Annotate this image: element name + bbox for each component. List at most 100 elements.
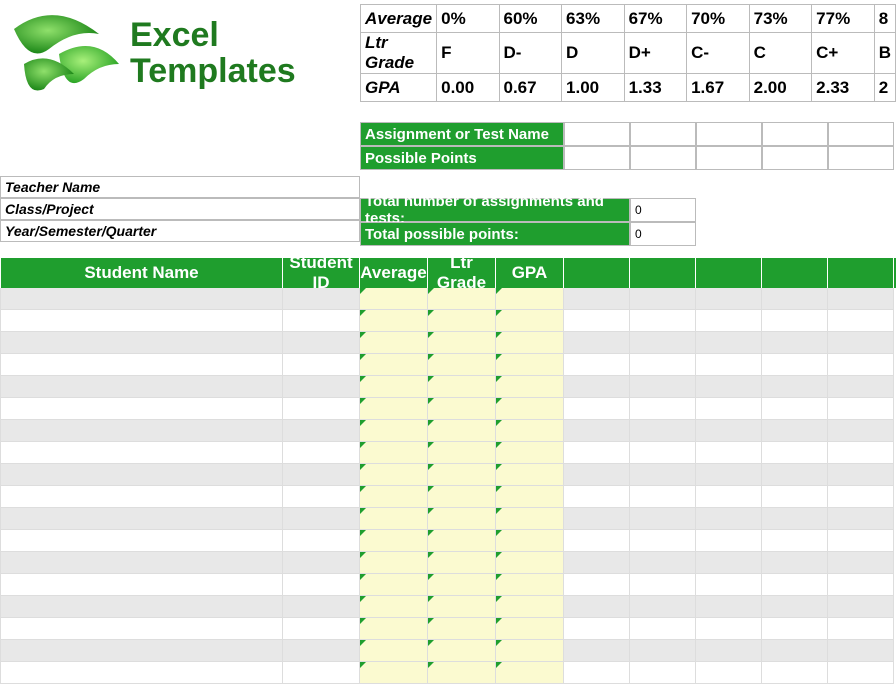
student-name-cell[interactable]	[0, 310, 283, 332]
score-cell[interactable]	[564, 354, 630, 376]
scale-cell[interactable]: C	[749, 33, 812, 74]
possible-points-cell[interactable]	[696, 146, 762, 170]
score-cell[interactable]	[696, 442, 762, 464]
score-cell[interactable]	[762, 332, 828, 354]
class-project-row[interactable]: Class/Project	[0, 198, 360, 220]
scale-cell[interactable]: 8	[874, 5, 895, 33]
scale-cell[interactable]: 0.00	[437, 74, 499, 102]
score-cell[interactable]	[630, 618, 696, 640]
score-cell[interactable]	[762, 662, 828, 684]
score-cell[interactable]	[696, 596, 762, 618]
score-cell[interactable]	[762, 508, 828, 530]
score-cell[interactable]	[564, 640, 630, 662]
student-name-cell[interactable]	[0, 442, 283, 464]
scale-cell[interactable]: 67%	[624, 5, 687, 33]
score-cell[interactable]	[564, 662, 630, 684]
score-cell[interactable]	[696, 288, 762, 310]
student-name-cell[interactable]	[0, 662, 283, 684]
score-cell[interactable]	[564, 420, 630, 442]
scale-cell[interactable]: B	[874, 33, 895, 74]
score-cell[interactable]	[564, 552, 630, 574]
assignment-name-cell[interactable]	[828, 122, 894, 146]
score-cell[interactable]	[828, 662, 894, 684]
student-name-cell[interactable]	[0, 508, 283, 530]
score-cell[interactable]	[828, 310, 894, 332]
score-cell[interactable]	[828, 640, 894, 662]
score-cell[interactable]	[696, 618, 762, 640]
scale-cell[interactable]: 70%	[687, 5, 750, 33]
student-id-cell[interactable]	[283, 596, 360, 618]
scale-cell[interactable]: 0.67	[499, 74, 562, 102]
score-cell[interactable]	[696, 662, 762, 684]
score-cell[interactable]	[564, 332, 630, 354]
student-id-cell[interactable]	[283, 530, 360, 552]
score-cell[interactable]	[696, 486, 762, 508]
student-name-cell[interactable]	[0, 420, 283, 442]
score-cell[interactable]	[696, 530, 762, 552]
scale-cell[interactable]: F	[437, 33, 499, 74]
student-id-cell[interactable]	[283, 420, 360, 442]
score-cell[interactable]	[564, 618, 630, 640]
score-cell[interactable]	[696, 508, 762, 530]
score-cell[interactable]	[828, 618, 894, 640]
score-cell[interactable]	[630, 376, 696, 398]
student-name-cell[interactable]	[0, 398, 283, 420]
score-cell[interactable]	[564, 310, 630, 332]
score-cell[interactable]	[564, 596, 630, 618]
score-cell[interactable]	[828, 596, 894, 618]
score-cell[interactable]	[762, 354, 828, 376]
score-cell[interactable]	[828, 574, 894, 596]
score-cell[interactable]	[828, 354, 894, 376]
student-id-cell[interactable]	[283, 310, 360, 332]
score-cell[interactable]	[630, 442, 696, 464]
score-cell[interactable]	[762, 618, 828, 640]
score-cell[interactable]	[762, 552, 828, 574]
score-cell[interactable]	[762, 530, 828, 552]
scale-cell[interactable]: 2.00	[749, 74, 812, 102]
student-name-cell[interactable]	[0, 530, 283, 552]
student-name-cell[interactable]	[0, 596, 283, 618]
scale-cell[interactable]: 2	[874, 74, 895, 102]
score-cell[interactable]	[762, 376, 828, 398]
score-cell[interactable]	[564, 486, 630, 508]
score-cell[interactable]	[630, 288, 696, 310]
score-cell[interactable]	[762, 640, 828, 662]
scale-cell[interactable]: 77%	[812, 5, 875, 33]
student-name-cell[interactable]	[0, 354, 283, 376]
possible-points-cell[interactable]	[564, 146, 630, 170]
score-cell[interactable]	[630, 420, 696, 442]
score-cell[interactable]	[828, 552, 894, 574]
score-cell[interactable]	[564, 398, 630, 420]
score-cell[interactable]	[828, 464, 894, 486]
student-id-cell[interactable]	[283, 376, 360, 398]
student-id-cell[interactable]	[283, 398, 360, 420]
student-id-cell[interactable]	[283, 552, 360, 574]
score-cell[interactable]	[762, 596, 828, 618]
score-cell[interactable]	[696, 574, 762, 596]
scale-cell[interactable]: D-	[499, 33, 562, 74]
student-id-cell[interactable]	[283, 486, 360, 508]
student-name-cell[interactable]	[0, 486, 283, 508]
score-cell[interactable]	[564, 376, 630, 398]
scale-cell[interactable]: D	[562, 33, 625, 74]
possible-points-cell[interactable]	[828, 146, 894, 170]
score-cell[interactable]	[630, 332, 696, 354]
score-cell[interactable]	[762, 574, 828, 596]
scale-cell[interactable]: 1.00	[562, 74, 625, 102]
student-id-cell[interactable]	[283, 332, 360, 354]
student-id-cell[interactable]	[283, 508, 360, 530]
possible-points-cell[interactable]	[762, 146, 828, 170]
scale-cell[interactable]: 1.33	[624, 74, 687, 102]
score-cell[interactable]	[762, 442, 828, 464]
scale-cell[interactable]: 1.67	[687, 74, 750, 102]
scale-cell[interactable]: D+	[624, 33, 687, 74]
student-id-cell[interactable]	[283, 574, 360, 596]
score-cell[interactable]	[762, 486, 828, 508]
assignment-name-cell[interactable]	[696, 122, 762, 146]
scale-cell[interactable]: 0%	[437, 5, 499, 33]
score-cell[interactable]	[828, 508, 894, 530]
score-cell[interactable]	[630, 596, 696, 618]
possible-points-cell[interactable]	[630, 146, 696, 170]
score-cell[interactable]	[630, 486, 696, 508]
assignment-name-cell[interactable]	[630, 122, 696, 146]
